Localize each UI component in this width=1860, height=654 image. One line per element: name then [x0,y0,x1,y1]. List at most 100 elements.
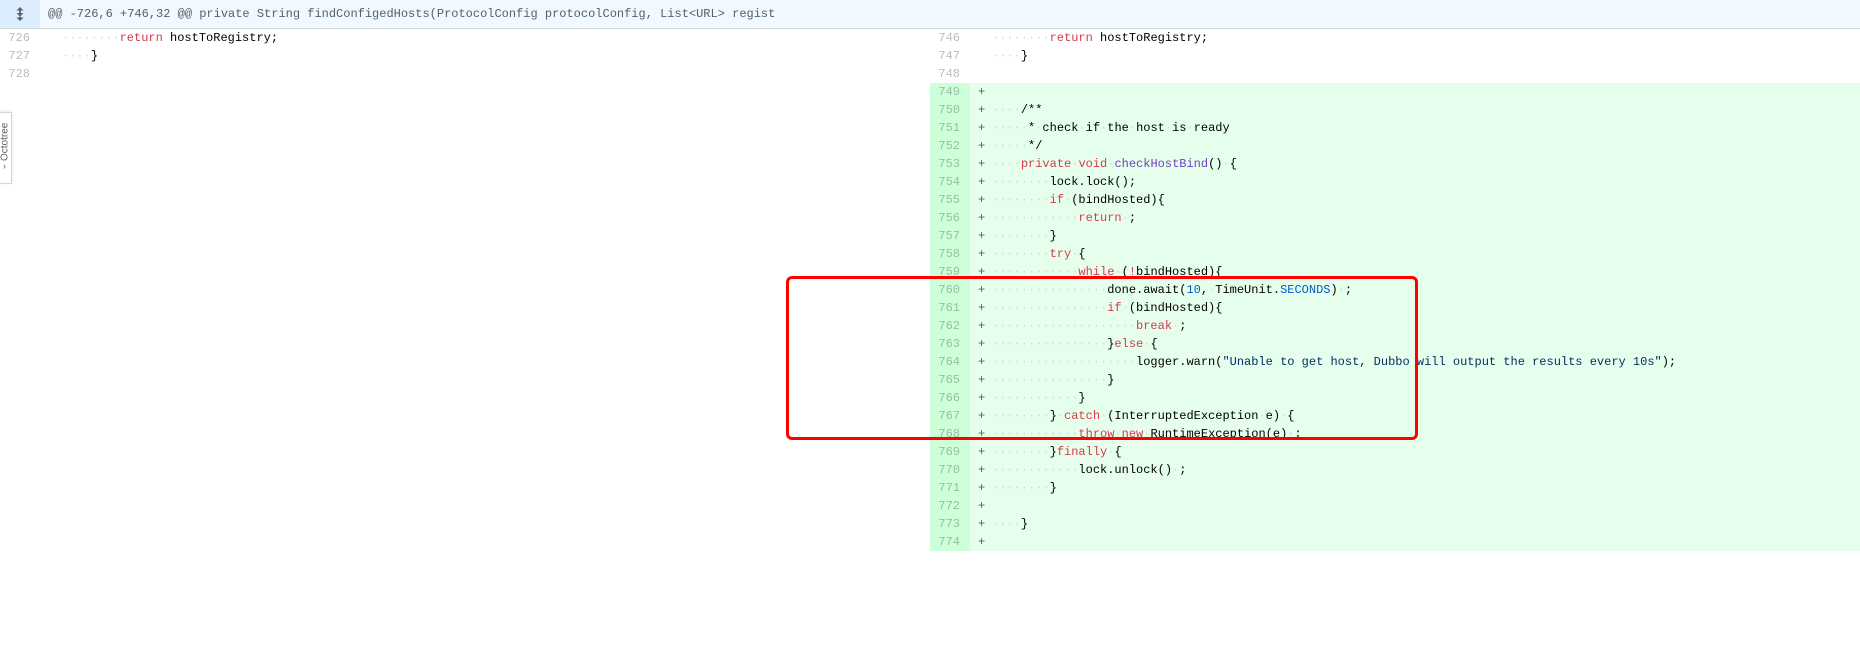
line-content: + [970,533,1860,551]
diff-row[interactable]: 747····} [930,47,1860,65]
diff-row[interactable]: 766+············} [930,389,1860,407]
line-number[interactable]: 772 [930,497,970,515]
octotree-toggle-tab[interactable]: › Octotree [0,112,12,184]
line-content: + [970,497,1860,515]
diff-row[interactable]: 759+············while·(!bindHosted){ [930,263,1860,281]
diff-row[interactable]: 774+ [930,533,1860,551]
diff-row[interactable]: 757+········} [930,227,1860,245]
line-number[interactable]: 747 [930,47,970,65]
diff-row[interactable]: 772+ [930,497,1860,515]
line-content: +················if·(bindHosted){ [970,299,1860,317]
octotree-label: Octotree [0,123,11,161]
line-content: +····················logger.warn("Unable… [970,353,1860,371]
line-content: +·····*/ [970,137,1860,155]
line-number[interactable]: 767 [930,407,970,425]
line-number[interactable]: 727 [0,47,40,65]
diff-row[interactable]: 752+·····*/ [930,137,1860,155]
diff-row[interactable]: 748 [930,65,1860,83]
line-content: +············return·; [970,209,1860,227]
diff-row[interactable]: 754+········lock.lock(); [930,173,1860,191]
diff-row[interactable]: 767+········}·catch·(InterruptedExceptio… [930,407,1860,425]
line-content: + [970,83,1860,101]
diff-row[interactable]: 773+····} [930,515,1860,533]
line-content [40,65,930,83]
line-number[interactable]: 746 [930,29,970,47]
line-content: +····private·void·checkHostBind()·{ [970,155,1860,173]
line-number[interactable]: 751 [930,119,970,137]
diff-row[interactable]: 763+················}else·{ [930,335,1860,353]
diff-row[interactable]: 760+················done.await(10,·TimeU… [930,281,1860,299]
diff-row[interactable]: 762+····················break·; [930,317,1860,335]
diff-row[interactable]: 764+····················logger.warn("Una… [930,353,1860,371]
diff-row[interactable]: 758+········try·{ [930,245,1860,263]
hunk-header-text: @@ -726,6 +746,32 @@ private String find… [40,3,783,25]
line-content: +········} [970,227,1860,245]
diff-row[interactable]: 746········return hostToRegistry; [930,29,1860,47]
line-number[interactable]: 754 [930,173,970,191]
line-number[interactable]: 771 [930,479,970,497]
line-content: ····} [40,47,930,65]
line-content: +········if·(bindHosted){ [970,191,1860,209]
line-content: +········}·catch·(InterruptedException·e… [970,407,1860,425]
line-content: +········try·{ [970,245,1860,263]
diff-row[interactable]: 761+················if·(bindHosted){ [930,299,1860,317]
line-number[interactable]: 758 [930,245,970,263]
diff-row[interactable]: 755+········if·(bindHosted){ [930,191,1860,209]
diff-row[interactable]: 756+············return·; [930,209,1860,227]
line-number[interactable]: 770 [930,461,970,479]
line-content: ········return hostToRegistry; [970,29,1860,47]
line-number[interactable]: 764 [930,353,970,371]
line-number[interactable]: 726 [0,29,40,47]
line-number[interactable]: 752 [930,137,970,155]
line-number[interactable]: 761 [930,299,970,317]
line-content: +····/** [970,101,1860,119]
line-number[interactable]: 760 [930,281,970,299]
line-number[interactable]: 766 [930,389,970,407]
diff-row[interactable]: 728 [0,65,930,83]
expand-hunk-button[interactable] [0,0,40,28]
line-number[interactable]: 750 [930,101,970,119]
line-number[interactable]: 728 [0,65,40,83]
line-number[interactable]: 763 [930,335,970,353]
line-content: +····················break·; [970,317,1860,335]
diff-row[interactable]: 768+············throw·new·RuntimeExcepti… [930,425,1860,443]
line-number[interactable]: 757 [930,227,970,245]
unfold-icon [13,7,27,21]
chevron-right-icon: › [4,161,7,171]
hunk-header-row: @@ -726,6 +746,32 @@ private String find… [0,0,1860,29]
diff-row[interactable]: 769+········}finally·{ [930,443,1860,461]
line-number[interactable]: 765 [930,371,970,389]
line-number[interactable]: 769 [930,443,970,461]
diff-row[interactable]: 749+ [930,83,1860,101]
diff-row[interactable]: 753+····private·void·checkHostBind()·{ [930,155,1860,173]
diff-left-side: 726········return hostToRegistry;727····… [0,29,930,551]
line-number[interactable]: 753 [930,155,970,173]
line-content: +········}finally·{ [970,443,1860,461]
line-content: +············lock.unlock()·; [970,461,1860,479]
line-number[interactable]: 774 [930,533,970,551]
line-content: ····} [970,47,1860,65]
line-number[interactable]: 768 [930,425,970,443]
diff-right-side: 746········return hostToRegistry;747····… [930,29,1860,551]
line-number[interactable]: 748 [930,65,970,83]
line-content: +················done.await(10,·TimeUnit… [970,281,1860,299]
line-number[interactable]: 759 [930,263,970,281]
line-content: ········return hostToRegistry; [40,29,930,47]
diff-row[interactable]: 765+················} [930,371,1860,389]
line-content [970,65,1860,83]
line-number[interactable]: 773 [930,515,970,533]
diff-row[interactable]: 726········return hostToRegistry; [0,29,930,47]
diff-row[interactable]: 771+········} [930,479,1860,497]
line-content: +············} [970,389,1860,407]
line-content: +········lock.lock(); [970,173,1860,191]
line-number[interactable]: 755 [930,191,970,209]
diff-row[interactable]: 727····} [0,47,930,65]
line-number[interactable]: 756 [930,209,970,227]
diff-row[interactable]: 750+····/** [930,101,1860,119]
line-number[interactable]: 749 [930,83,970,101]
line-content: +············throw·new·RuntimeException(… [970,425,1860,443]
line-number[interactable]: 762 [930,317,970,335]
line-content: +············while·(!bindHosted){ [970,263,1860,281]
diff-row[interactable]: 770+············lock.unlock()·; [930,461,1860,479]
diff-row[interactable]: 751+·····*·check·if·the·host·is·ready [930,119,1860,137]
